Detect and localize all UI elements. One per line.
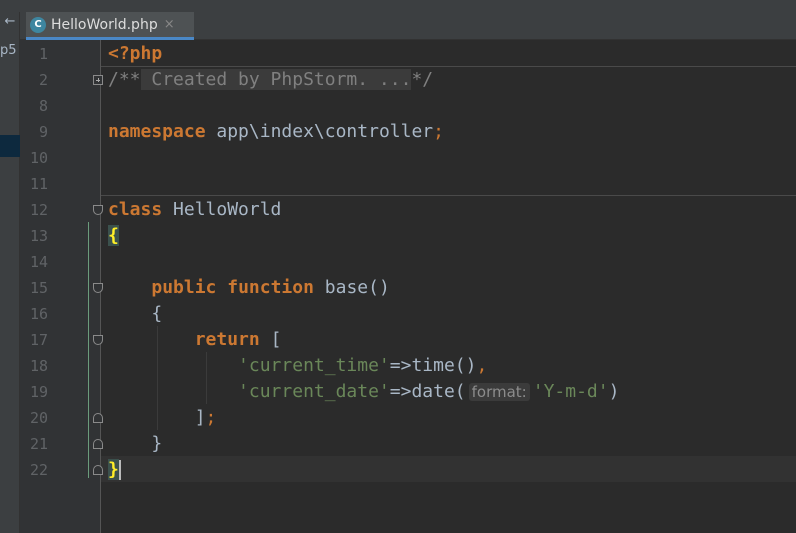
namespace-keyword: namespace <box>108 121 206 142</box>
close-paren: ) <box>608 381 620 402</box>
current-line-highlight <box>101 456 796 482</box>
line-number: 12 <box>29 201 48 219</box>
code-line[interactable]: ]; <box>108 405 217 431</box>
fold-collapse-icon[interactable] <box>93 335 103 345</box>
line-number: 17 <box>29 331 48 349</box>
line-number: 20 <box>29 409 48 427</box>
semicolon: ; <box>433 121 444 142</box>
fold-end-icon[interactable] <box>93 413 103 423</box>
line-number: 2 <box>38 71 48 89</box>
php-open-tag: <?php <box>108 43 163 64</box>
parameter-hint: format: <box>468 383 530 401</box>
line-number: 21 <box>29 435 48 453</box>
project-panel-selected-item[interactable] <box>0 135 20 157</box>
comment-close: */ <box>411 69 434 90</box>
comment-open: /** <box>108 69 141 90</box>
code-line[interactable]: public function base() <box>108 275 390 301</box>
string-key: 'current_time' <box>238 355 390 376</box>
string-key: 'current_date' <box>238 381 390 402</box>
array-open: [ <box>259 329 282 350</box>
code-line[interactable]: { <box>108 301 162 327</box>
fold-expand-icon[interactable] <box>93 75 103 85</box>
back-arrow-icon[interactable]: ← <box>0 12 20 32</box>
code-line[interactable]: { <box>108 223 119 249</box>
function-call: =>time() <box>389 355 477 376</box>
function-keyword: function <box>216 277 314 298</box>
method-open-brace: { <box>151 303 163 324</box>
line-number: 18 <box>29 357 48 375</box>
class-name: HelloWorld <box>162 199 282 220</box>
line-number: 13 <box>29 227 48 245</box>
return-keyword: return <box>194 329 260 350</box>
code-line[interactable]: } <box>108 457 121 483</box>
fold-collapse-icon[interactable] <box>93 283 103 293</box>
tab-title: HelloWorld.php <box>51 16 158 33</box>
string-value: 'Y-m-d' <box>532 381 609 402</box>
matched-brace: { <box>108 225 119 246</box>
line-number: 8 <box>38 97 48 115</box>
window-top-strip <box>0 0 796 12</box>
php-class-file-icon: C <box>30 16 46 33</box>
line-number: 10 <box>29 149 48 167</box>
method-signature: base() <box>313 277 390 298</box>
editor-tab-bar: C HelloWorld.php × <box>20 12 796 40</box>
line-number: 16 <box>29 305 48 323</box>
method-close-brace: } <box>151 433 163 454</box>
namespace-path: app\index\controller <box>205 121 434 142</box>
array-close: ] <box>194 407 206 428</box>
close-tab-icon[interactable]: × <box>164 17 175 32</box>
comma: , <box>476 355 488 376</box>
project-panel-label[interactable]: p5 <box>0 40 17 62</box>
code-line[interactable]: 'current_time'=>time(), <box>108 353 487 379</box>
public-keyword: public <box>151 277 217 298</box>
line-number: 11 <box>29 175 48 193</box>
fold-end-icon[interactable] <box>93 439 103 449</box>
code-line[interactable]: return [ <box>108 327 282 353</box>
line-number: 19 <box>29 383 48 401</box>
project-panel[interactable] <box>0 12 20 533</box>
tab-helloworld-php[interactable]: C HelloWorld.php × <box>26 12 194 40</box>
function-call: =>date( <box>389 381 466 402</box>
method-separator <box>101 195 796 196</box>
code-line[interactable]: 'current_date'=>date(format: 'Y-m-d') <box>108 379 619 405</box>
line-number: 22 <box>29 461 48 479</box>
line-number: 9 <box>38 123 48 141</box>
semicolon: ; <box>205 407 217 428</box>
fold-end-icon[interactable] <box>93 465 103 475</box>
code-line[interactable]: class HelloWorld <box>108 197 281 223</box>
fold-collapse-icon[interactable] <box>93 205 103 215</box>
matched-brace: } <box>108 459 119 480</box>
vcs-change-marker[interactable] <box>88 222 89 478</box>
code-line[interactable]: } <box>108 431 162 457</box>
code-line[interactable]: <?php <box>108 41 162 67</box>
text-caret <box>118 460 121 480</box>
folded-comment[interactable]: Created by PhpStorm. ... <box>140 69 412 90</box>
class-keyword: class <box>108 199 163 220</box>
line-number: 1 <box>38 45 48 63</box>
code-line[interactable]: namespace app\index\controller; <box>108 119 444 145</box>
line-number: 15 <box>29 279 48 297</box>
code-line[interactable]: /** Created by PhpStorm. ...*/ <box>108 67 433 93</box>
line-number: 14 <box>29 253 48 271</box>
